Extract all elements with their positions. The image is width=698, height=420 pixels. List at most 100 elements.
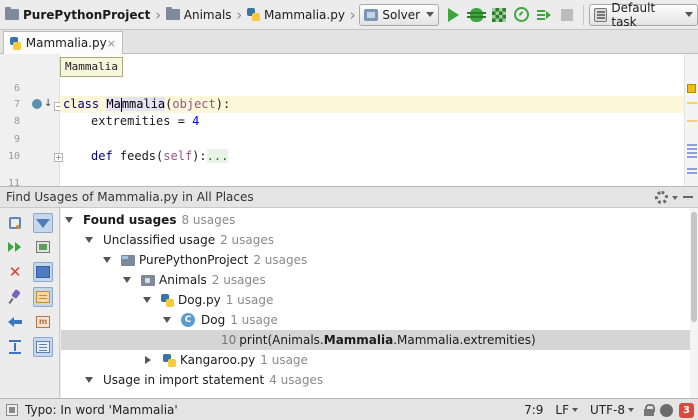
find-usages-title: Find Usages of Mammalia.py in All Places — [6, 190, 254, 204]
expand-all-button[interactable] — [5, 337, 25, 357]
tree-node-dog-py[interactable]: Dog.py 1 usage — [61, 290, 698, 310]
code-editor[interactable]: 6 7 8 9 10 11 ↓ − + Mammalia class Mamma… — [0, 54, 698, 189]
pin-icon — [8, 290, 22, 304]
stripe-mark[interactable] — [687, 144, 697, 146]
run-configuration-selector[interactable]: Solver — [359, 3, 440, 26]
tree-node-dog-class[interactable]: C Dog 1 usage — [61, 310, 698, 330]
group-by-file-structure-button[interactable]: m — [33, 312, 53, 332]
group-by-package-button[interactable] — [33, 287, 53, 307]
tree-node-unclassified[interactable]: Unclassified usage 2 usages — [61, 230, 698, 250]
breadcrumb-project[interactable]: PurePythonProject — [2, 0, 153, 30]
run-with-coverage-button[interactable] — [488, 4, 509, 26]
fold-expand-icon[interactable]: + — [54, 153, 63, 162]
stripe-mark[interactable] — [687, 102, 697, 104]
tree-scrollbar[interactable] — [690, 208, 698, 398]
stop-button[interactable] — [557, 4, 578, 26]
stripe-mark[interactable] — [687, 172, 697, 174]
folder-icon — [165, 7, 180, 20]
python-file-icon — [246, 8, 260, 21]
arrow-down-icon: ↓ — [44, 98, 53, 109]
expand-arrow-icon[interactable] — [103, 257, 111, 263]
python-file-icon — [163, 353, 176, 367]
tree-node-kangaroo-py[interactable]: Kangaroo.py 1 usage — [61, 350, 698, 370]
close-icon[interactable]: × — [107, 37, 116, 50]
expand-arrow-icon[interactable] — [123, 277, 131, 283]
rerun-button[interactable] — [5, 237, 25, 257]
expand-arrow-icon[interactable] — [85, 237, 93, 243]
tree-node-import-statement[interactable]: Usage in import statement 4 usages — [61, 370, 698, 390]
stripe-mark[interactable] — [687, 156, 697, 158]
folded-code-placeholder[interactable]: ... — [206, 149, 229, 163]
expand-arrow-icon[interactable] — [65, 217, 73, 223]
editor-tab-bar: Mammalia.py × — [0, 30, 698, 54]
run-button[interactable] — [443, 4, 464, 26]
bug-icon — [466, 7, 486, 22]
line-number: 8 — [13, 116, 20, 127]
previous-occurrence-button[interactable] — [5, 312, 25, 332]
arrow-left-icon — [8, 317, 22, 327]
profile-button[interactable] — [511, 4, 532, 26]
package-icon — [36, 291, 50, 303]
notifications-badge[interactable]: 3 — [679, 402, 694, 418]
stripe-mark[interactable] — [687, 148, 697, 150]
tool-window-toggle-icon[interactable] — [6, 403, 18, 416]
status-bar-widgets: 7:9 LF UTF-8 3 — [512, 399, 694, 420]
package-folder-icon — [141, 274, 155, 286]
tree-node-animals[interactable]: Animals 2 usages — [61, 270, 698, 290]
gear-icon[interactable] — [655, 191, 668, 204]
warning-indicator-icon[interactable] — [687, 84, 696, 93]
task-selector[interactable]: Default task — [589, 1, 698, 29]
lock-icon[interactable] — [644, 404, 655, 416]
expand-arrow-icon[interactable] — [85, 377, 93, 383]
code-line-7: class Mammalia(object): — [63, 97, 231, 112]
collapse-arrow-icon[interactable] — [145, 356, 151, 364]
code-line-10: def feeds(self):... — [91, 149, 229, 163]
stripe-mark[interactable] — [687, 152, 697, 154]
pin-tab-icon — [9, 217, 21, 229]
pin-usage-button[interactable] — [5, 287, 25, 307]
pin-tab-button[interactable] — [5, 213, 25, 233]
chevron-down-icon — [628, 408, 634, 412]
preview-button[interactable] — [33, 337, 53, 357]
stripe-mark[interactable] — [687, 120, 697, 122]
status-message: Typo: In word 'Mammalia' — [25, 402, 178, 417]
breadcrumb-animals[interactable]: Animals — [163, 0, 235, 30]
expand-all-icon — [9, 340, 21, 354]
group-by-usage-type-button[interactable] — [33, 237, 53, 257]
caret-position[interactable]: 7:9 — [524, 403, 543, 417]
expand-arrow-icon[interactable] — [163, 317, 171, 323]
folder-icon — [5, 7, 19, 20]
subclass-marker-icon[interactable] — [32, 99, 42, 109]
debug-button[interactable] — [466, 4, 487, 26]
run-tasks-button[interactable] — [534, 4, 555, 26]
chevron-right-icon: › — [236, 5, 243, 24]
stripe-mark[interactable] — [687, 168, 697, 170]
chevron-down-icon — [426, 12, 435, 17]
usages-tree[interactable]: Found usages 8 usages Unclassified usage… — [61, 208, 698, 398]
tree-node-found-usages[interactable]: Found usages 8 usages — [61, 210, 698, 230]
profiler-icon — [514, 7, 530, 22]
find-usages-header: Find Usages of Mammalia.py in All Places — [0, 186, 698, 208]
encoding-selector[interactable]: UTF-8 — [590, 403, 634, 417]
chevron-down-icon — [572, 408, 579, 412]
tree-node-project[interactable]: PurePythonProject 2 usages — [61, 250, 698, 270]
module-icon — [36, 266, 50, 278]
group-by-module-button[interactable] — [33, 262, 53, 282]
editor-error-stripe[interactable] — [684, 54, 698, 186]
line-separator-selector[interactable]: LF — [555, 403, 579, 417]
method-icon: m — [36, 316, 50, 328]
minimize-icon[interactable] — [683, 196, 693, 198]
expand-arrow-icon[interactable] — [143, 297, 151, 303]
filter-button[interactable] — [33, 213, 53, 233]
inspector-face-icon[interactable] — [660, 403, 673, 417]
chevron-down-icon — [684, 12, 693, 17]
preview-icon — [36, 341, 50, 353]
chevron-down-icon[interactable] — [672, 196, 678, 200]
line-number: 10 — [7, 151, 20, 162]
close-usages-button[interactable]: ✕ — [5, 262, 25, 282]
tree-node-usage[interactable]: 10 print(Animals.Mammalia.Mammalia.extre… — [61, 330, 698, 350]
task-run-icon — [537, 9, 552, 21]
editor-tab-mammalia[interactable]: Mammalia.py × — [3, 31, 123, 54]
class-icon: C — [181, 313, 195, 327]
breadcrumb-file[interactable]: Mammalia.py — [244, 0, 348, 30]
